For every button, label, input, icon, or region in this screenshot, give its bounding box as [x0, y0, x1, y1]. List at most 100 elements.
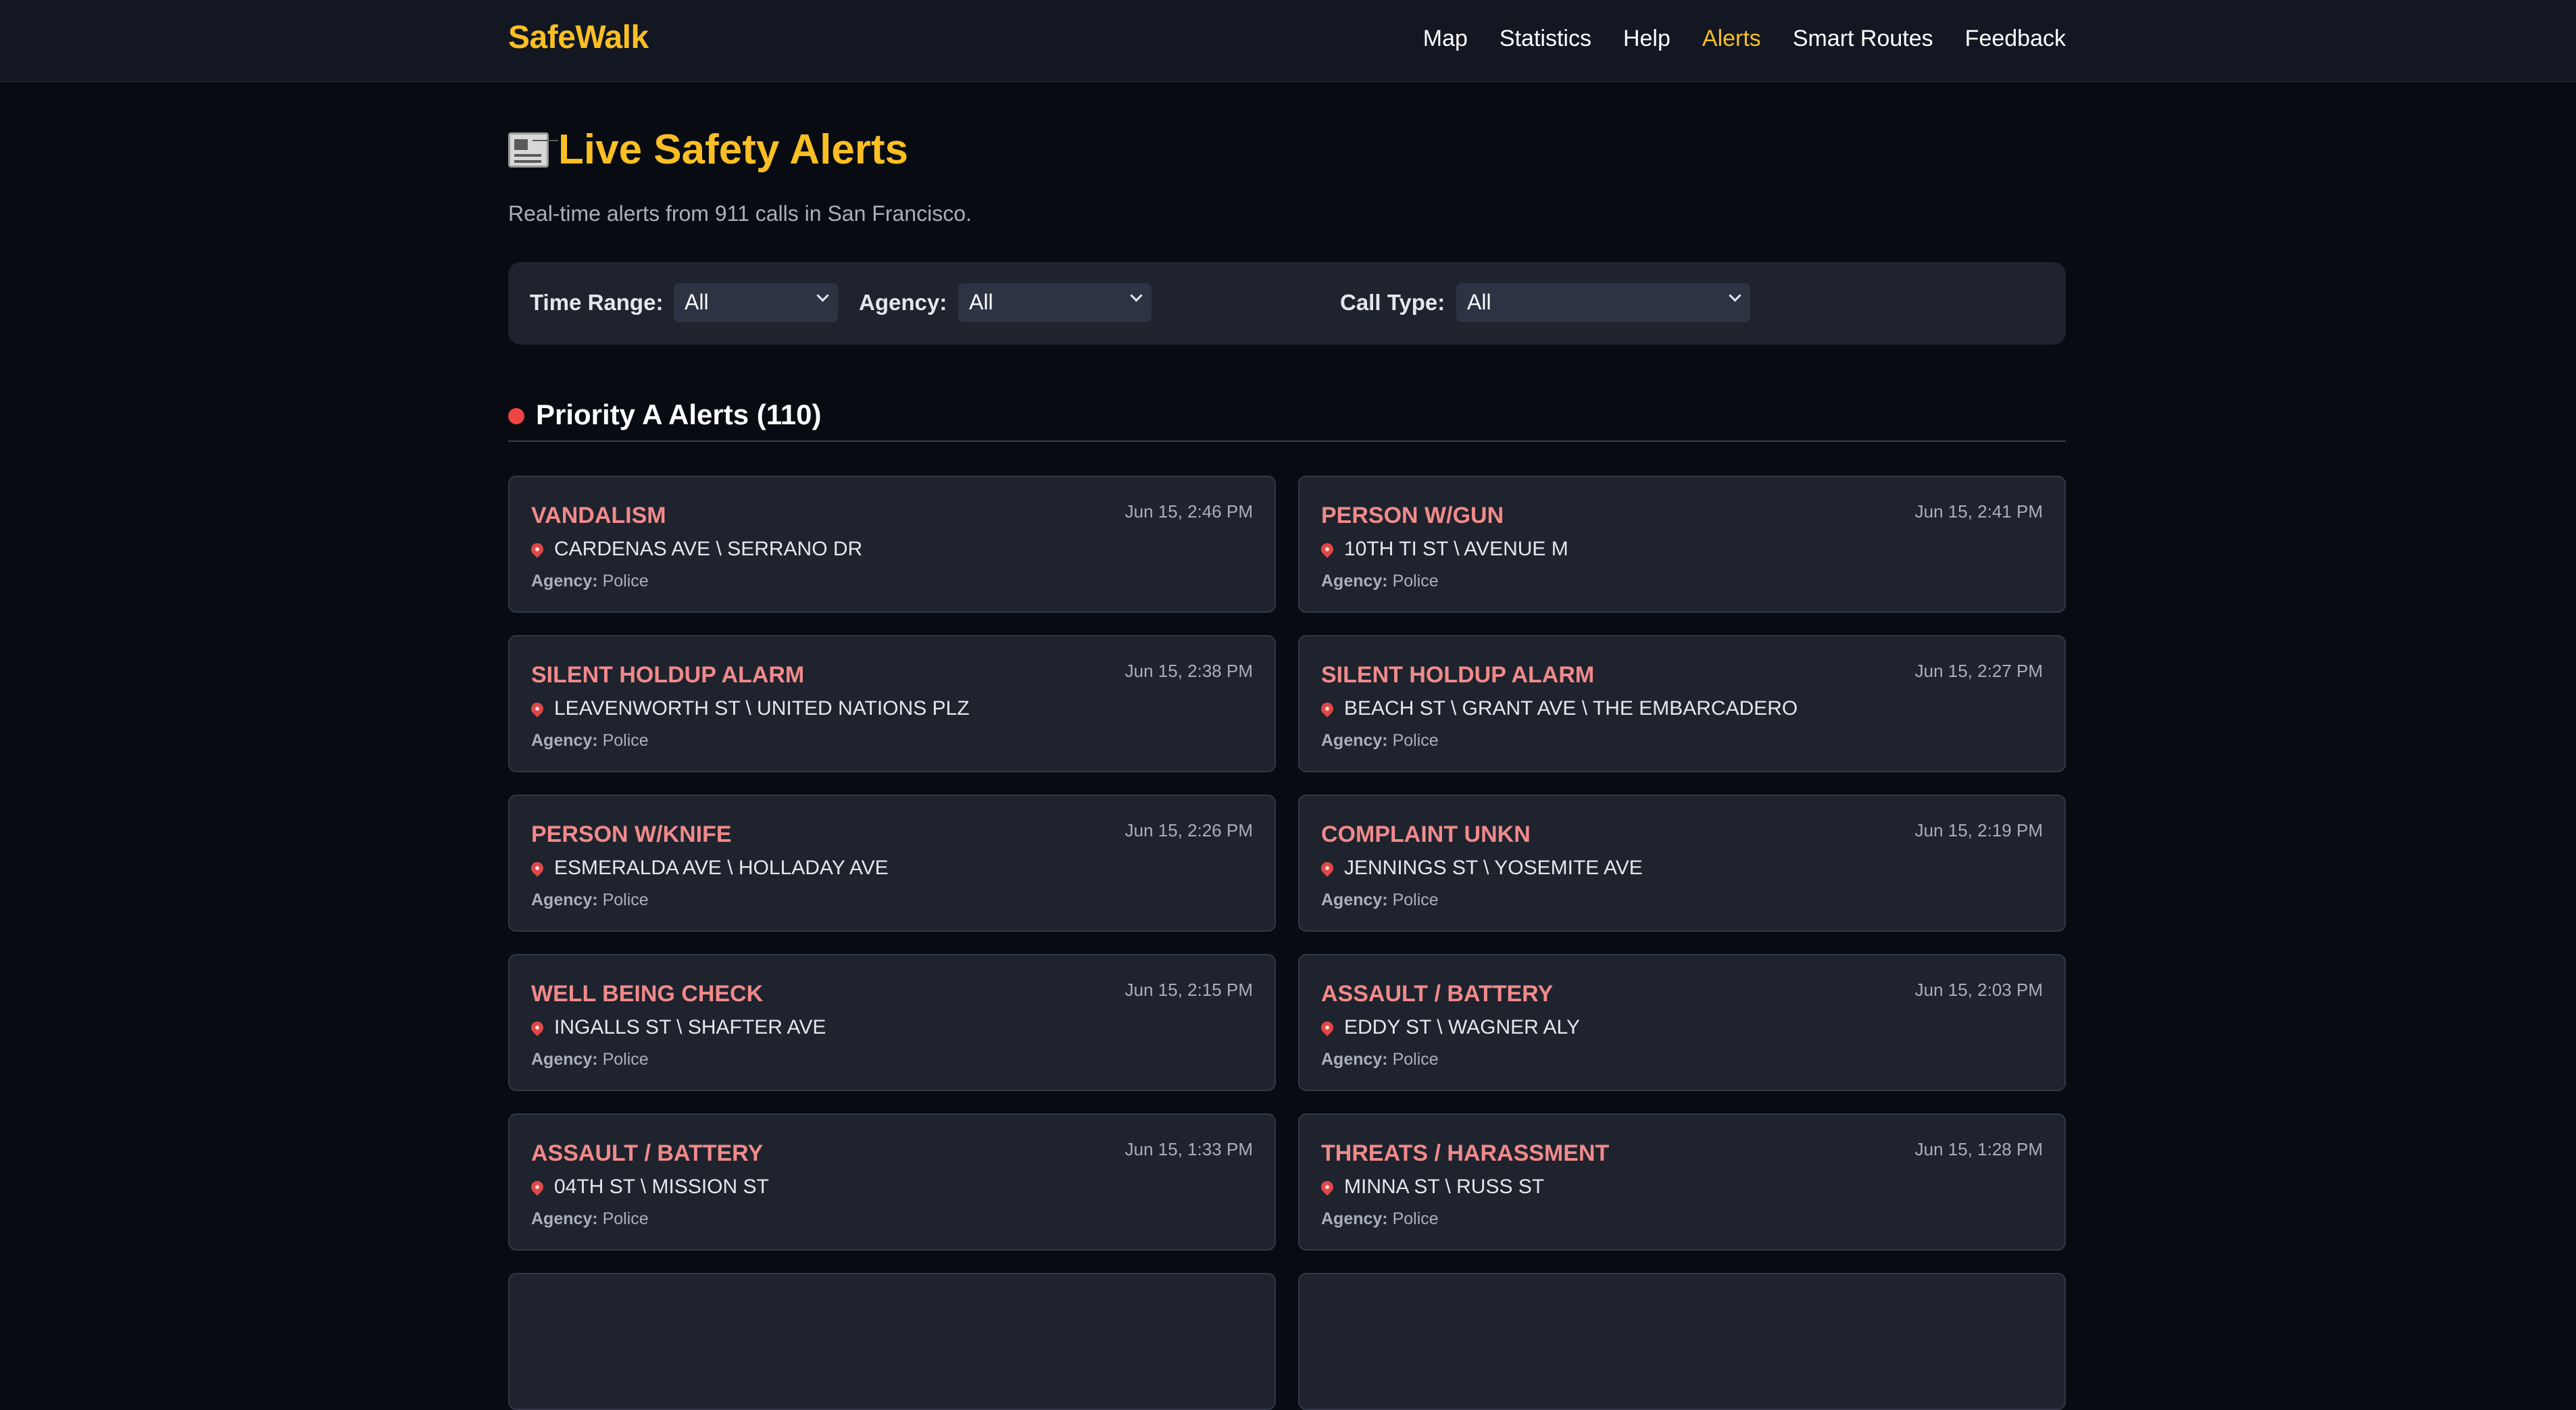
alert-card[interactable]: VANDALISM Jun 15, 2:46 PM CARDENAS AVE \…	[508, 476, 1276, 613]
alert-location: EDDY ST \ WAGNER ALY	[1318, 1016, 1580, 1039]
alert-agency: Agency: Police	[1321, 890, 1439, 910]
alert-type: ASSAULT / BATTERY	[1321, 981, 1554, 1007]
agency-label: Agency:	[1321, 572, 1388, 590]
alert-type: COMPLAINT UNKN	[1321, 822, 1531, 847]
alert-type: THREATS / HARASSMENT	[1321, 1140, 1610, 1166]
agency-select[interactable]: All	[958, 283, 1151, 322]
agency-label: Agency:	[531, 1209, 598, 1228]
alert-agency: Agency: Police	[1321, 1050, 1439, 1069]
agency-label: Agency:	[859, 290, 947, 315]
alert-type: PERSON W/KNIFE	[531, 822, 732, 847]
alert-agency: Agency: Police	[531, 572, 649, 591]
alert-time: Jun 15, 2:38 PM	[1124, 661, 1253, 681]
priority-dot-icon	[508, 408, 524, 424]
location-pin-icon	[528, 700, 546, 717]
alert-agency: Agency: Police	[531, 731, 649, 751]
agency-value: Police	[1392, 731, 1439, 750]
alert-time: Jun 15, 2:46 PM	[1124, 501, 1253, 522]
nav-link-help[interactable]: Help	[1623, 26, 1670, 52]
alert-location: 10TH TI ST \ AVENUE M	[1318, 538, 1568, 561]
section-title: Priority A Alerts (110)	[536, 399, 822, 430]
alert-location: JENNINGS ST \ YOSEMITE AVE	[1318, 857, 1643, 880]
alert-card[interactable]: COMPLAINT UNKN Jun 15, 2:19 PM JENNINGS …	[1298, 795, 2066, 932]
alert-card-partial[interactable]	[1298, 1273, 2066, 1410]
agency-value: Police	[602, 1209, 649, 1228]
agency-label: Agency:	[531, 572, 598, 590]
nav-link-map[interactable]: Map	[1423, 26, 1468, 52]
call-type-select[interactable]: All	[1456, 283, 1750, 322]
agency-value: Police	[1392, 1050, 1439, 1069]
alert-time: Jun 15, 1:33 PM	[1124, 1139, 1253, 1159]
alert-location: BEACH ST \ GRANT AVE \ THE EMBARCADERO	[1318, 697, 1798, 720]
alert-time: Jun 15, 2:15 PM	[1124, 980, 1253, 1000]
alert-location-text: EDDY ST \ WAGNER ALY	[1344, 1016, 1580, 1038]
page-subtitle: Real-time alerts from 911 calls in San F…	[508, 201, 972, 226]
agency-value: All	[969, 290, 993, 314]
alert-location-text: MINNA ST \ RUSS ST	[1344, 1176, 1545, 1198]
time-range-label: Time Range:	[530, 290, 664, 315]
alert-location: ESMERALDA AVE \ HOLLADAY AVE	[528, 857, 889, 880]
chevron-down-icon	[816, 289, 829, 302]
nav-link-alerts[interactable]: Alerts	[1702, 26, 1761, 52]
alert-location: MINNA ST \ RUSS ST	[1318, 1176, 1545, 1199]
agency-label: Agency:	[531, 890, 598, 909]
agency-label: Agency:	[531, 1050, 598, 1069]
alert-location-text: LEAVENWORTH ST \ UNITED NATIONS PLZ	[554, 697, 970, 720]
alert-card[interactable]: ASSAULT / BATTERY Jun 15, 1:33 PM 04TH S…	[508, 1113, 1276, 1251]
alert-time: Jun 15, 2:41 PM	[1914, 501, 2043, 522]
alert-card[interactable]: SILENT HOLDUP ALARM Jun 15, 2:27 PM BEAC…	[1298, 635, 2066, 772]
nav-links: Map Statistics Help Alerts Smart Routes …	[1423, 26, 2066, 52]
time-range-select[interactable]: All	[674, 283, 838, 322]
alert-location-text: JENNINGS ST \ YOSEMITE AVE	[1344, 857, 1643, 879]
chevron-down-icon	[1130, 289, 1143, 302]
agency-label: Agency:	[1321, 890, 1388, 909]
agency-value: Police	[602, 1050, 649, 1069]
alert-agency: Agency: Police	[531, 1050, 649, 1069]
call-type-value: All	[1467, 290, 1491, 314]
alert-card[interactable]: THREATS / HARASSMENT Jun 15, 1:28 PM MIN…	[1298, 1113, 2066, 1251]
alert-type: VANDALISM	[531, 503, 666, 528]
time-range-value: All	[685, 290, 709, 314]
alert-location-text: CARDENAS AVE \ SERRANO DR	[554, 538, 863, 560]
agency-label: Agency:	[1321, 1050, 1388, 1069]
alert-time: Jun 15, 2:19 PM	[1914, 820, 2043, 840]
location-pin-icon	[1318, 1019, 1336, 1036]
alert-location: 04TH ST \ MISSION ST	[528, 1176, 769, 1199]
alert-location-text: BEACH ST \ GRANT AVE \ THE EMBARCADERO	[1344, 697, 1798, 720]
alert-card[interactable]: SILENT HOLDUP ALARM Jun 15, 2:38 PM LEAV…	[508, 635, 1276, 772]
alert-agency: Agency: Police	[1321, 572, 1439, 591]
alert-card[interactable]: PERSON W/KNIFE Jun 15, 2:26 PM ESMERALDA…	[508, 795, 1276, 932]
alert-card[interactable]: PERSON W/GUN Jun 15, 2:41 PM 10TH TI ST …	[1298, 476, 2066, 613]
top-navbar: SafeWalk Map Statistics Help Alerts Smar…	[0, 0, 2576, 82]
alert-card-grid: VANDALISM Jun 15, 2:46 PM CARDENAS AVE \…	[508, 476, 2066, 1410]
page-title-text: Live Safety Alerts	[558, 126, 909, 173]
newspaper-icon	[508, 132, 549, 168]
page-title: Live Safety Alerts	[508, 126, 908, 174]
call-type-label: Call Type:	[1340, 290, 1445, 315]
alert-time: Jun 15, 2:03 PM	[1914, 980, 2043, 1000]
brand-logo[interactable]: SafeWalk	[508, 19, 649, 56]
alert-card-partial[interactable]	[508, 1273, 1276, 1410]
nav-link-smart-routes[interactable]: Smart Routes	[1793, 26, 1933, 52]
alert-type: WELL BEING CHECK	[531, 981, 764, 1007]
alert-card[interactable]: ASSAULT / BATTERY Jun 15, 2:03 PM EDDY S…	[1298, 954, 2066, 1091]
priority-section-header: Priority A Alerts (110)	[508, 399, 2066, 442]
agency-value: Police	[1392, 572, 1439, 590]
location-pin-icon	[1318, 859, 1336, 877]
agency-value: Police	[602, 572, 649, 590]
alert-location-text: INGALLS ST \ SHAFTER AVE	[554, 1016, 826, 1038]
alert-agency: Agency: Police	[531, 890, 649, 910]
agency-value: Police	[602, 731, 649, 750]
location-pin-icon	[528, 540, 546, 558]
location-pin-icon	[528, 1019, 546, 1036]
agency-label: Agency:	[1321, 1209, 1388, 1228]
alert-location-text: 04TH ST \ MISSION ST	[554, 1176, 769, 1198]
nav-link-feedback[interactable]: Feedback	[1965, 26, 2066, 52]
alert-agency: Agency: Police	[531, 1209, 649, 1229]
chevron-down-icon	[1729, 289, 1741, 302]
alert-card[interactable]: WELL BEING CHECK Jun 15, 2:15 PM INGALLS…	[508, 954, 1276, 1091]
alert-type: ASSAULT / BATTERY	[531, 1140, 764, 1166]
agency-value: Police	[1392, 890, 1439, 909]
nav-link-statistics[interactable]: Statistics	[1500, 26, 1591, 52]
location-pin-icon	[528, 1178, 546, 1196]
